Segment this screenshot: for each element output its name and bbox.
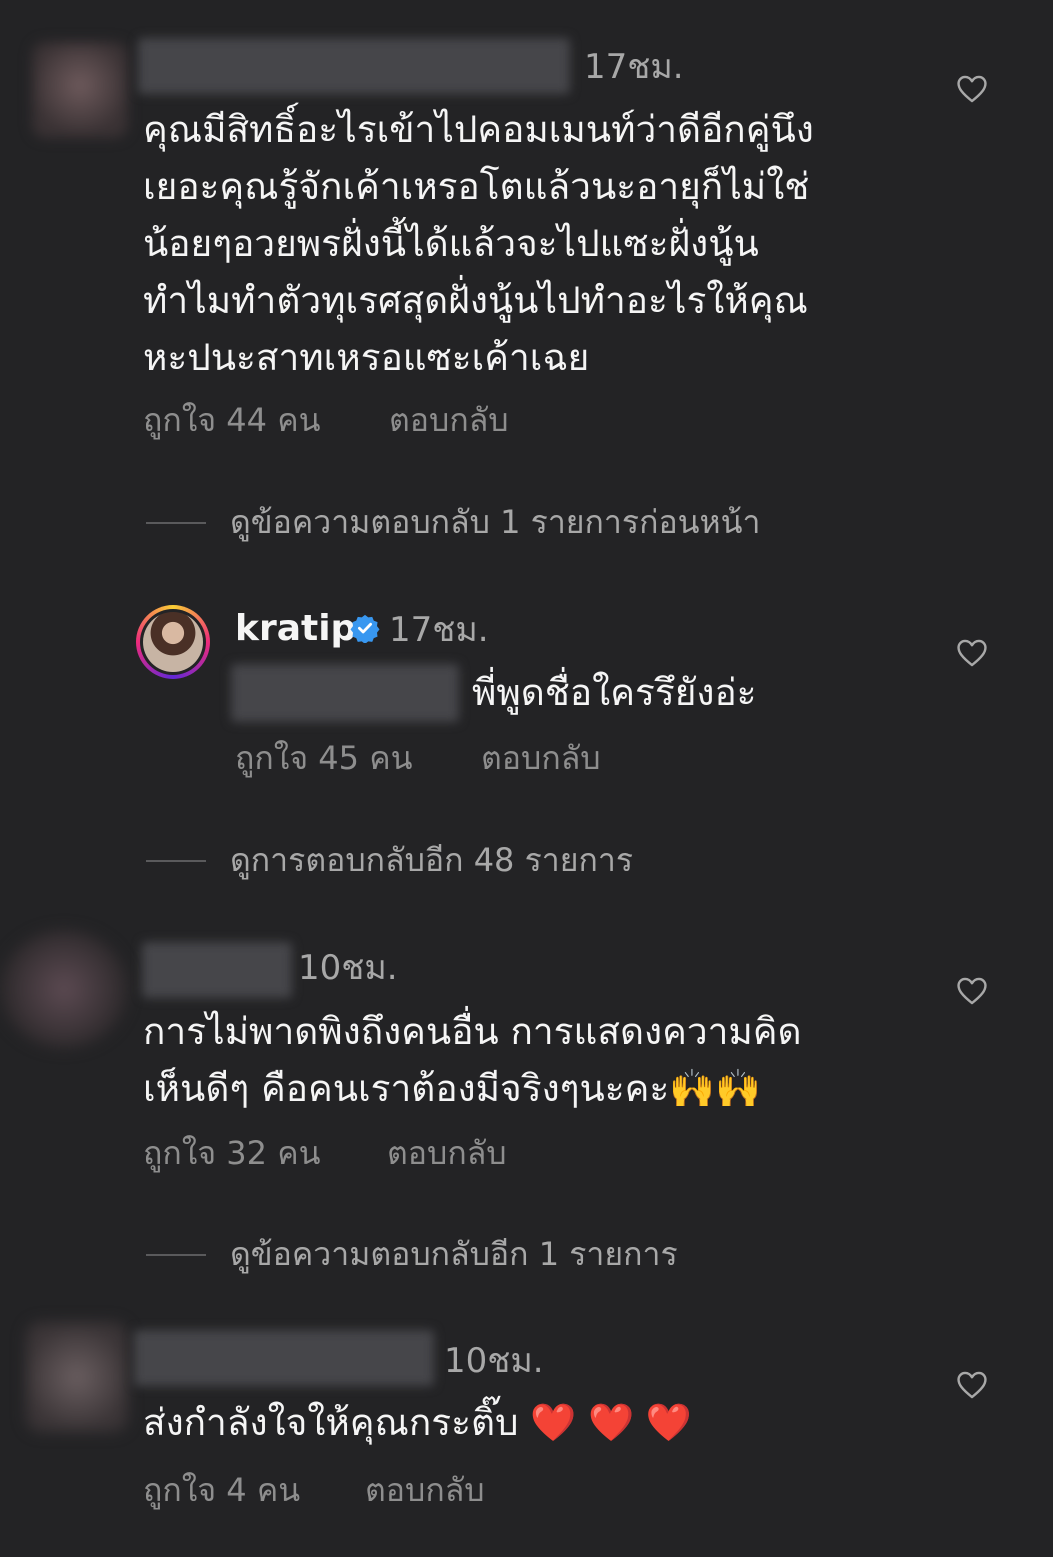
username-redacted[interactable]	[138, 38, 570, 94]
like-count[interactable]: ถูกใจ 4 คน	[143, 1474, 300, 1506]
comment-time: 10ชม.	[298, 948, 398, 988]
username-redacted[interactable]	[134, 1330, 434, 1386]
comment-time: 10ชม.	[444, 1341, 544, 1381]
username[interactable]: kratip	[235, 611, 356, 647]
comment-time: 17ชม.	[584, 47, 684, 87]
reply-button[interactable]: ตอบกลับ	[389, 404, 509, 436]
replies-divider	[146, 522, 206, 524]
comment-text: พี่พูดชื่อใครรึยังอ่ะ	[472, 671, 757, 714]
comment-text: ส่งกำลังใจให้คุณกระติ๊บ ❤️ ❤️ ❤️	[143, 1401, 693, 1444]
view-previous-replies-button[interactable]: ดูข้อความตอบกลับ 1 รายการก่อนหน้า	[230, 506, 760, 538]
view-more-replies-button[interactable]: ดูการตอบกลับอีก 48 รายการ	[230, 844, 633, 876]
username-redacted[interactable]	[142, 942, 292, 998]
heart-outline-icon[interactable]	[955, 974, 989, 1008]
mention-redacted[interactable]	[231, 664, 459, 722]
avatar[interactable]	[32, 42, 128, 138]
reply-button[interactable]: ตอบกลับ	[365, 1474, 485, 1506]
reply-button[interactable]: ตอบกลับ	[481, 742, 601, 774]
view-more-replies-button[interactable]: ดูข้อความตอบกลับอีก 1 รายการ	[230, 1238, 678, 1270]
heart-outline-icon[interactable]	[955, 636, 989, 670]
heart-outline-icon[interactable]	[955, 72, 989, 106]
avatar[interactable]	[26, 1322, 128, 1432]
heart-outline-icon[interactable]	[955, 1368, 989, 1402]
comment-time: 17ชม.	[389, 610, 489, 650]
like-count[interactable]: ถูกใจ 44 คน	[143, 404, 320, 436]
reply-button[interactable]: ตอบกลับ	[387, 1137, 507, 1169]
like-count[interactable]: ถูกใจ 32 คน	[143, 1137, 320, 1169]
verified-badge-icon	[350, 614, 380, 643]
avatar[interactable]	[0, 930, 128, 1048]
story-ring-avatar[interactable]	[136, 605, 210, 679]
avatar	[143, 612, 203, 672]
like-count[interactable]: ถูกใจ 45 คน	[235, 742, 412, 774]
comment-text: คุณมีสิทธิ์อะไรเข้าไปคอมเมนท์ว่าดีอีกคู่…	[143, 108, 814, 379]
replies-divider	[146, 860, 206, 862]
replies-divider	[146, 1254, 206, 1256]
comment-text: การไม่พาดพิงถึงคนอื่น การแสดงความคิด เห็…	[143, 1010, 802, 1110]
